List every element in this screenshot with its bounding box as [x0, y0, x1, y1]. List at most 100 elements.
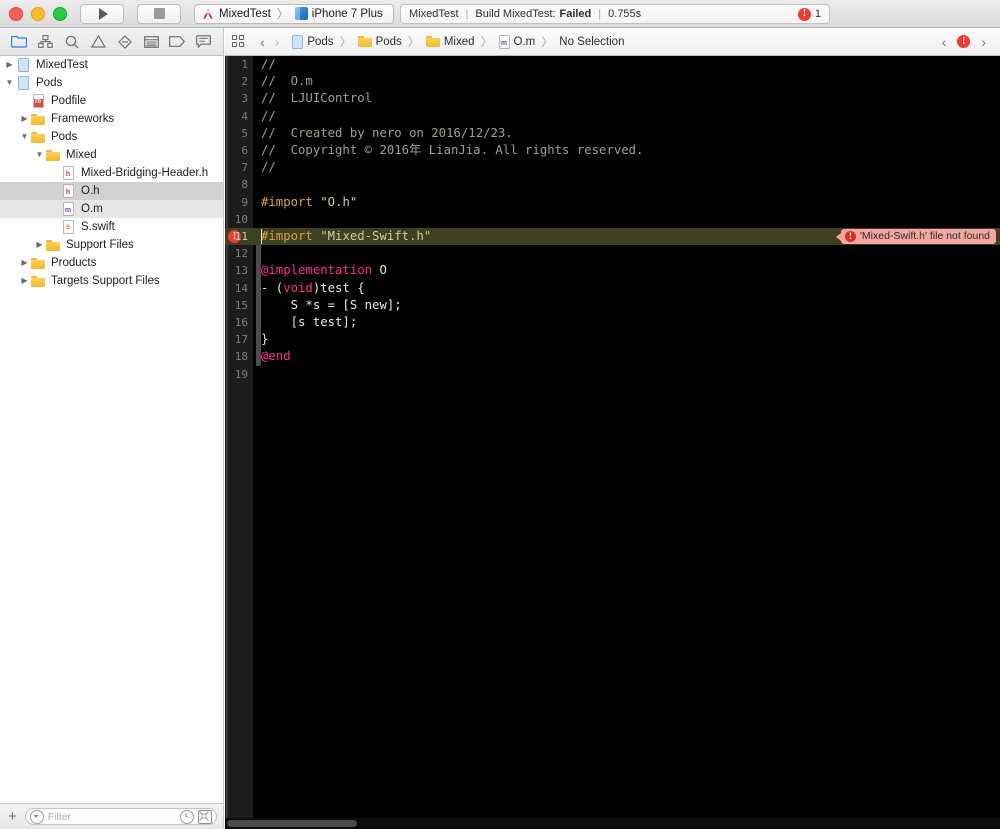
- report-navigator-icon[interactable]: [194, 33, 214, 51]
- maximize-window-button[interactable]: [53, 6, 67, 21]
- disclosure-triangle[interactable]: ▼: [4, 79, 15, 87]
- breadcrumb-label-3: O.m: [513, 35, 536, 48]
- code-line-text: #import "Mixed-Swift.h": [261, 228, 431, 245]
- run-button[interactable]: [80, 3, 124, 24]
- filter-scope-icon[interactable]: [29, 809, 44, 824]
- disclosure-triangle[interactable]: ▼: [19, 133, 30, 141]
- disclosure-triangle[interactable]: ▶: [4, 61, 15, 69]
- code-line-18[interactable]: 18 @end: [225, 348, 1000, 365]
- code-line-3[interactable]: 3 // LJUIControl: [225, 90, 1000, 107]
- source-control-navigator-icon[interactable]: [36, 33, 56, 51]
- code-line-15[interactable]: 15 S *s = [S new];: [225, 297, 1000, 314]
- code-line-16[interactable]: 16 [s test];: [225, 314, 1000, 331]
- disclosure-triangle[interactable]: ▶: [34, 241, 45, 249]
- previous-issue-button[interactable]: ‹: [942, 35, 947, 49]
- breadcrumb-item-2[interactable]: Mixed: [424, 36, 477, 48]
- breadcrumb-item-0[interactable]: Pods: [290, 34, 335, 49]
- code-line-6[interactable]: 6 // Copyright © 2016年 LianJia. All right…: [225, 142, 1000, 159]
- code-token: //: [261, 108, 276, 123]
- project-navigator[interactable]: ▶ MixedTest▼ Pods▶rbPodfile▶Frameworks▼P…: [0, 56, 224, 803]
- editor-horizontal-scrollbar[interactable]: [225, 818, 1000, 829]
- code-line-text: // Copyright © 2016年 LianJia. All rights…: [261, 142, 643, 159]
- navigator-row-pods[interactable]: ▼ Pods: [0, 74, 223, 92]
- navigator-row-label: S.swift: [81, 221, 115, 233]
- code-text-area[interactable]: 1 // 2 // O.m 3 // LJUIControl 4 // 5 // Created …: [225, 56, 1000, 829]
- code-line-4[interactable]: 4 //: [225, 108, 1000, 125]
- code-line-text: [s test];: [261, 314, 358, 331]
- navigator-row-support-files[interactable]: ▶ Support Files: [0, 236, 223, 254]
- navigator-row-mixed-bridging-header-h[interactable]: ▶hMixed-Bridging-Header.h: [0, 164, 223, 182]
- error-message-text: 'Mixed-Swift.h' file not found: [859, 229, 990, 242]
- project-navigator-icon[interactable]: [9, 33, 29, 51]
- disclosure-triangle[interactable]: ▼: [34, 151, 45, 159]
- filter-scm-icon[interactable]: [198, 809, 212, 824]
- related-items-icon[interactable]: [232, 35, 245, 48]
- navigator-row-o-m[interactable]: ▶mO.m: [0, 200, 223, 218]
- filter-input[interactable]: Filter: [24, 808, 217, 825]
- stop-button[interactable]: [137, 3, 181, 24]
- scheme-selector[interactable]: MixedTest 〉 iPhone 7 Plus: [194, 3, 394, 24]
- code-line-8[interactable]: 8: [225, 176, 1000, 193]
- navigator-row-mixedtest[interactable]: ▶ MixedTest: [0, 56, 223, 74]
- clock-icon[interactable]: [180, 809, 194, 824]
- navigator-row-s-swift[interactable]: ▶SS.swift: [0, 218, 223, 236]
- source-editor[interactable]: 1 // 2 // O.m 3 // LJUIControl 4 // 5 // Created …: [225, 56, 1000, 829]
- project-icon: [17, 76, 29, 90]
- navigator-row-label: Support Files: [66, 239, 134, 251]
- code-line-12[interactable]: 12: [225, 245, 1000, 262]
- code-token: }: [261, 332, 269, 347]
- scheme-separator: 〉: [276, 7, 289, 21]
- disclosure-triangle[interactable]: ▶: [19, 259, 30, 267]
- debug-navigator-icon[interactable]: [141, 33, 161, 51]
- code-line-11[interactable]: ! 11 #import "Mixed-Swift.h" ! 'Mixed-Swift.…: [225, 228, 1000, 246]
- code-line-14[interactable]: 14 - (void)test {: [225, 280, 1000, 297]
- breakpoint-navigator-icon[interactable]: [167, 33, 187, 51]
- activity-status-bar[interactable]: MixedTest | Build MixedTest: Failed | 0.…: [400, 4, 830, 24]
- code-line-17[interactable]: 17}: [225, 331, 1000, 348]
- navigator-row-o-h[interactable]: ▶hO.h: [0, 182, 223, 200]
- code-line-10[interactable]: 10: [225, 211, 1000, 228]
- code-line-5[interactable]: 5 // Created by nero on 2016/12/23.: [225, 125, 1000, 142]
- navigate-back-button[interactable]: ‹: [260, 35, 265, 49]
- status-issue-group[interactable]: ! 1: [797, 7, 821, 21]
- inline-error-message[interactable]: ! 'Mixed-Swift.h' file not found: [835, 229, 996, 244]
- line-number: 9: [241, 195, 248, 209]
- disclosure-triangle[interactable]: ▶: [19, 277, 30, 285]
- breadcrumb-item-3[interactable]: m O.m: [497, 34, 538, 49]
- navigator-row-pods[interactable]: ▼ Pods: [0, 128, 223, 146]
- code-token: #import: [261, 229, 321, 243]
- navigator-row-targets-support-files[interactable]: ▶ Targets Support Files: [0, 272, 223, 290]
- breadcrumb-item-4[interactable]: No Selection: [557, 36, 626, 48]
- code-token: - (: [261, 280, 284, 295]
- code-line-text: S *s = [S new];: [261, 297, 402, 314]
- issue-navigator-icon[interactable]: [88, 33, 108, 51]
- navigate-forward-button[interactable]: ›: [275, 35, 280, 49]
- code-line-1[interactable]: 1 //: [225, 56, 1000, 73]
- disclosure-triangle[interactable]: ▶: [19, 115, 30, 123]
- header-file-icon: h: [62, 184, 74, 198]
- objc-file-badge: m: [500, 39, 508, 47]
- close-window-button[interactable]: [9, 6, 23, 21]
- minimize-window-button[interactable]: [31, 6, 45, 21]
- breadcrumb-item-1[interactable]: Pods: [356, 36, 404, 48]
- navigator-row-podfile[interactable]: ▶rbPodfile: [0, 92, 223, 110]
- line-number: 7: [241, 161, 248, 175]
- editor-scroll-thumb[interactable]: [227, 820, 357, 827]
- navigator-row-label: Pods: [51, 131, 78, 143]
- navigator-row-products[interactable]: ▶ Products: [0, 254, 223, 272]
- find-navigator-icon[interactable]: [62, 33, 82, 51]
- code-line-7[interactable]: 7 //: [225, 159, 1000, 176]
- navigator-row-frameworks[interactable]: ▶ Frameworks: [0, 110, 223, 128]
- stop-icon: [153, 8, 165, 19]
- error-icon[interactable]: !: [957, 35, 971, 48]
- next-issue-button[interactable]: ›: [981, 35, 986, 49]
- code-line-13[interactable]: 13 @implementation O: [225, 262, 1000, 279]
- test-navigator-icon[interactable]: [115, 33, 135, 51]
- add-file-button[interactable]: +: [6, 809, 19, 824]
- play-icon: [98, 7, 108, 20]
- code-line-9[interactable]: 9 #import "O.h": [225, 194, 1000, 211]
- navigator-row-mixed[interactable]: ▼ Mixed: [0, 146, 223, 164]
- code-line-2[interactable]: 2 // O.m: [225, 73, 1000, 90]
- filter-placeholder: Filter: [47, 810, 72, 823]
- code-line-19[interactable]: 19: [225, 366, 1000, 383]
